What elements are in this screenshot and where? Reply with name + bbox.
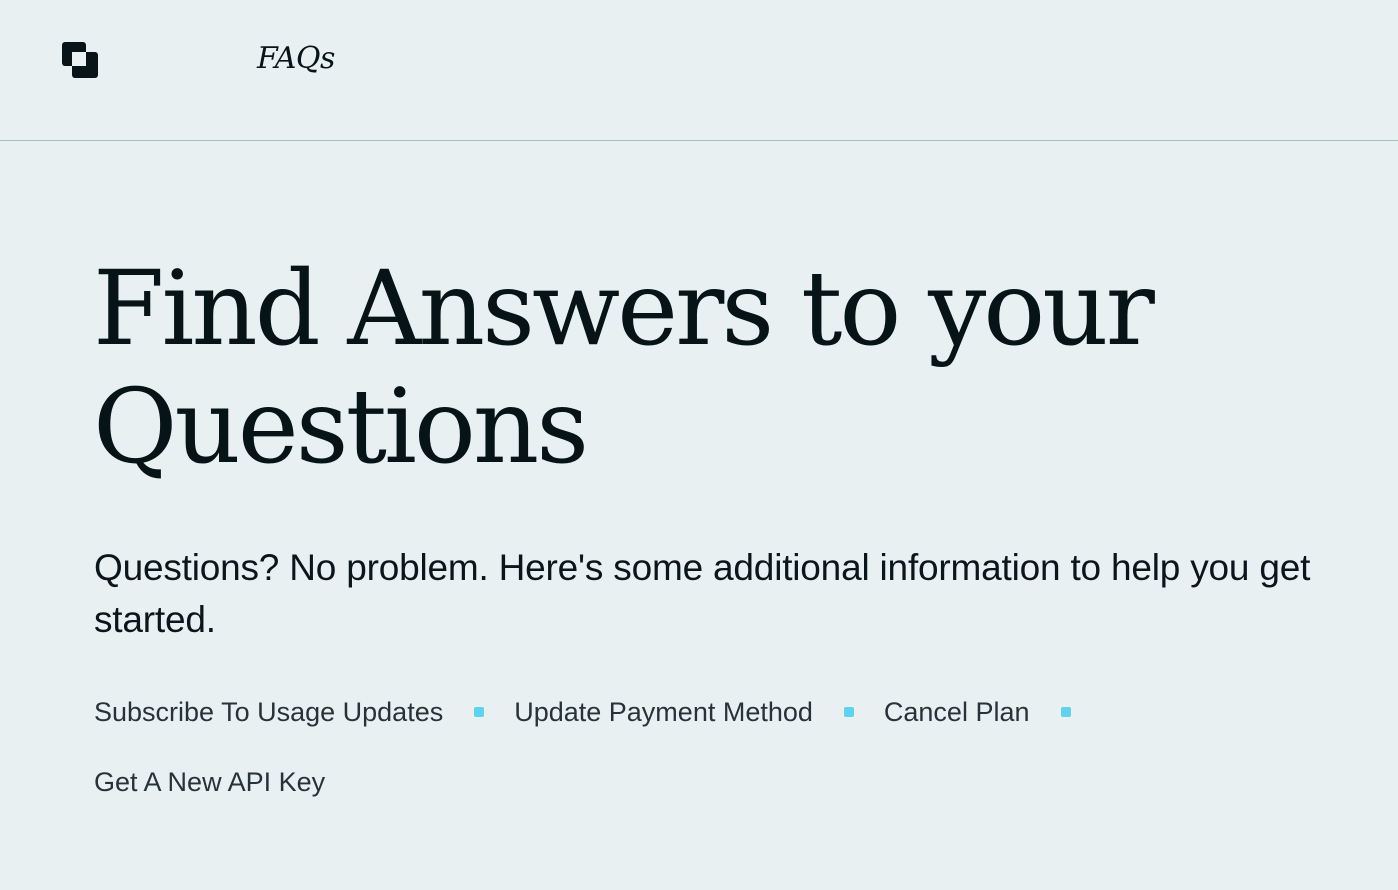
quick-links: Subscribe To Usage Updates Update Paymen…	[94, 694, 1314, 800]
quick-link-item: Subscribe To Usage Updates	[94, 694, 514, 730]
page-subtitle: Questions? No problem. Here's some addit…	[94, 547, 1311, 640]
separator-dot-icon	[843, 707, 854, 717]
cancel-plan-link[interactable]: Cancel Plan	[884, 694, 1030, 730]
site-header: FAQs	[0, 0, 1398, 141]
page-title: Find Answers to your Questions	[93, 249, 1155, 487]
separator-dot-icon	[474, 707, 485, 717]
subscribe-usage-updates-link[interactable]: Subscribe To Usage Updates	[94, 694, 443, 730]
get-new-api-key-link[interactable]: Get A New API Key	[94, 764, 325, 800]
quick-link-item: Cancel Plan	[884, 694, 1101, 730]
nav-link-faqs[interactable]: FAQs	[257, 38, 335, 80]
quick-link-item: Get A New API Key	[94, 764, 325, 800]
quick-link-item: Update Payment Method	[514, 694, 884, 730]
separator-dot-icon	[1060, 707, 1071, 717]
update-payment-method-link[interactable]: Update Payment Method	[514, 694, 813, 730]
logo-icon[interactable]	[62, 42, 98, 78]
